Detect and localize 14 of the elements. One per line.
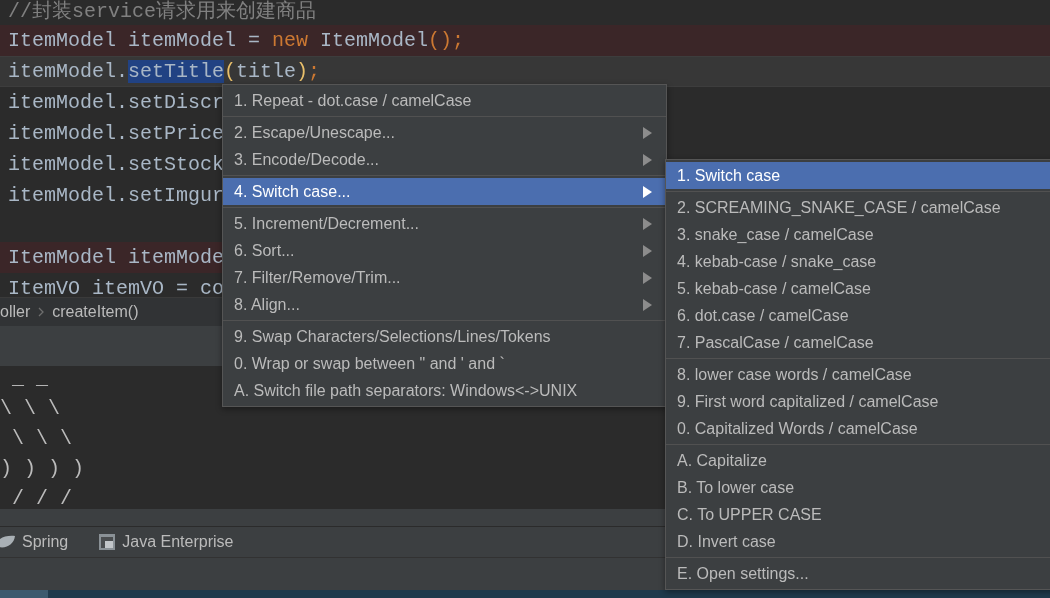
code-line: itemModel.setStock [8,153,225,176]
code-line: itemModel.setPrice [8,122,225,145]
console-line: / / / [11,486,72,510]
code-line: ItemModel itemModel = new ItemModel(); [8,29,465,52]
code-line: //封装service请求用来创建商品 [8,0,317,23]
code-line: itemModel.setDiscr [8,91,225,114]
console-line: _ _ [11,366,48,393]
code-line: itemModel.setTitle(title); [8,60,321,83]
console-line: ) ) ) ) [0,456,84,483]
console-line: \ \ \ [11,426,72,453]
code-line: ItemVO itemVO = co [8,277,225,297]
code-line: ItemModel itemMode [8,246,225,269]
code-line: itemModel.setImgur [8,184,225,207]
console-line: \ \ \ [0,396,60,423]
